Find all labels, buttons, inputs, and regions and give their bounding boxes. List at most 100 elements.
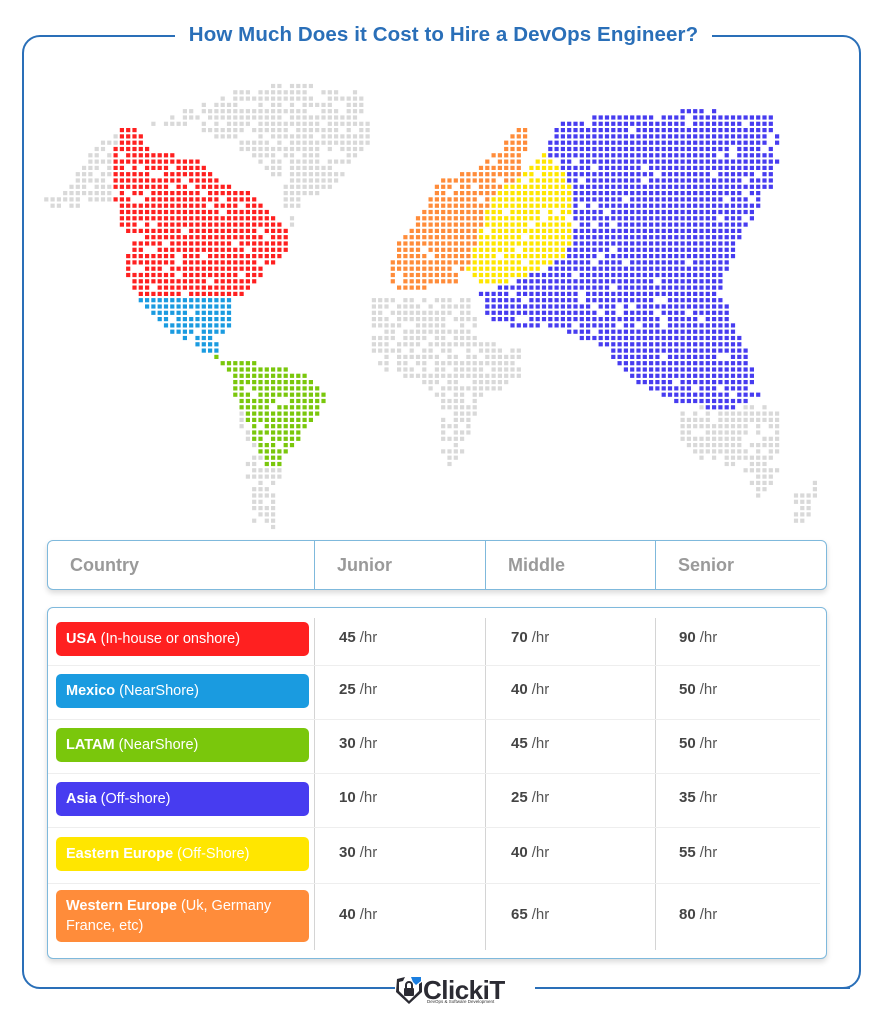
map-dot-asia — [623, 272, 628, 278]
map-dot-usa — [220, 235, 225, 240]
map-dot-asia — [529, 304, 534, 309]
map-dot-asia — [718, 405, 723, 410]
map-dot-usa — [195, 191, 200, 196]
map-dot-land — [252, 468, 257, 473]
map-dot-usa — [113, 184, 118, 189]
map-dot-land — [352, 121, 358, 126]
map-dot-mexico — [195, 323, 200, 328]
map-dot-land — [201, 109, 206, 114]
map-dot-land — [403, 373, 408, 378]
map-dot-land — [245, 115, 250, 120]
map-dot-asia — [592, 134, 597, 139]
map-dot-usa — [151, 279, 156, 284]
map-dot-asia — [699, 235, 704, 240]
map-dot-asia — [636, 367, 641, 372]
map-dot-usa — [170, 191, 175, 196]
map-dot-asia — [667, 342, 673, 347]
map-dot-usa — [239, 291, 244, 296]
map-dot-usa — [132, 159, 137, 164]
map-dot-asia — [730, 247, 736, 252]
map-dot-usa — [119, 172, 124, 177]
map-dot-asia — [667, 203, 673, 208]
map-dot-eastern-europe — [497, 216, 502, 221]
map-dot-usa — [226, 222, 232, 227]
map-dot-land — [460, 449, 465, 454]
map-dot-asia — [592, 153, 597, 158]
map-dot-asia — [586, 153, 591, 158]
map-dot-usa — [189, 260, 194, 265]
map-dot-asia — [724, 203, 729, 208]
map-dot-asia — [586, 140, 591, 145]
map-dot-latam — [264, 398, 269, 404]
map-dot-land — [208, 109, 213, 114]
map-dot-asia — [680, 172, 685, 177]
map-dot-asia — [661, 134, 666, 139]
map-dot-eastern-europe — [535, 228, 540, 233]
map-dot-land — [252, 474, 257, 479]
map-dot-asia — [642, 310, 647, 315]
map-dot-usa — [157, 235, 162, 240]
map-dot-asia — [705, 165, 710, 170]
map-dot-asia — [642, 361, 647, 366]
map-dot-asia — [573, 291, 578, 296]
map-dot-land — [472, 392, 477, 397]
map-dot-usa — [195, 254, 200, 259]
map-dot-asia — [630, 266, 635, 271]
map-dot-land — [327, 102, 332, 107]
map-dot-latam — [283, 405, 288, 410]
map-dot-asia — [592, 317, 597, 322]
map-dot-land — [447, 348, 452, 353]
map-dot-asia — [661, 272, 666, 278]
map-dot-latam — [226, 361, 232, 366]
map-dot-eastern-europe — [516, 228, 521, 233]
map-dot-land — [315, 146, 320, 152]
map-dot-asia — [686, 342, 691, 347]
table-header: Country Junior Middle Senior — [47, 540, 827, 590]
map-dot-eastern-europe — [497, 222, 502, 227]
map-dot-asia — [693, 222, 698, 227]
map-dot-land — [724, 436, 729, 441]
map-dot-asia — [743, 159, 748, 164]
map-dot-asia — [617, 298, 622, 303]
map-dot-latam — [289, 430, 295, 435]
map-dot-latam — [308, 380, 313, 385]
map-dot-asia — [667, 260, 673, 265]
map-dot-mexico — [163, 298, 169, 303]
map-dot-asia — [623, 354, 628, 359]
map-dot-asia — [661, 184, 666, 189]
map-dot-land — [800, 518, 805, 523]
map-dot-asia — [667, 128, 673, 133]
map-dot-asia — [737, 203, 742, 208]
map-dot-eastern-europe — [548, 191, 553, 196]
map-dot-usa — [138, 247, 143, 252]
map-dot-land — [170, 121, 175, 126]
map-dot-usa — [195, 172, 200, 177]
map-dot-eastern-europe — [523, 203, 528, 208]
map-dot-asia — [623, 159, 628, 164]
map-dot-asia — [674, 140, 679, 145]
map-dot-usa — [126, 153, 131, 158]
map-dot-eastern-europe — [529, 203, 534, 208]
map-dot-asia — [586, 203, 591, 208]
map-dot-asia — [674, 134, 679, 139]
map-dot-land — [315, 140, 320, 145]
table-row: USA (In-house or onshore) 45/hr 70/hr 90/hr — [48, 616, 820, 666]
map-dot-land — [365, 134, 370, 139]
map-dot-land — [277, 109, 282, 114]
map-dot-land — [327, 109, 332, 114]
map-dot-land — [296, 134, 301, 139]
map-dot-latam — [277, 461, 282, 467]
map-dot-asia — [693, 241, 698, 246]
map-dot-asia — [598, 329, 603, 334]
map-dot-eastern-europe — [510, 235, 515, 240]
map-dot-asia — [768, 159, 773, 164]
map-dot-land — [302, 153, 307, 158]
map-dot-asia — [617, 348, 622, 353]
map-dot-asia — [655, 197, 660, 202]
map-dot-land — [409, 317, 414, 322]
map-dot-asia — [623, 191, 628, 196]
map-dot-western-europe — [453, 191, 458, 196]
map-dot-asia — [737, 380, 742, 385]
map-dot-land — [415, 329, 421, 334]
map-dot-asia — [699, 134, 704, 139]
